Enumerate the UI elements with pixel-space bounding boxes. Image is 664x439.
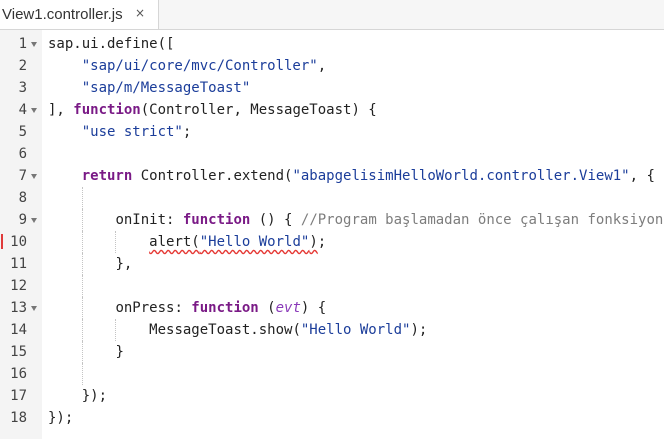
code-line: 15 } [0, 341, 664, 363]
code-text: }, [115, 256, 133, 272]
line-number: 10 [10, 234, 27, 250]
code-text: sap.ui.define([ [48, 36, 175, 52]
line-number: 1 [18, 36, 27, 52]
tab-view1-controller[interactable]: View1.controller.js × [0, 0, 159, 29]
code-line: 12 [0, 275, 664, 297]
code-text: }); [48, 410, 74, 426]
code-line: 7 return Controller.extend("abapgelisimH… [0, 165, 664, 187]
code-line: 1 sap.ui.define([ [0, 33, 664, 55]
code-text: ], function(Controller, MessageToast) { [48, 102, 377, 118]
code-text: "sap/ui/core/mvc/Controller", [81, 58, 327, 74]
line-number: 11 [10, 256, 27, 272]
line-number: 17 [10, 388, 27, 404]
code-line: 13 onPress: function (evt) { [0, 297, 664, 319]
line-number: 16 [10, 366, 27, 382]
close-icon[interactable]: × [133, 6, 147, 20]
code-line: 3 "sap/m/MessageToast" [0, 77, 664, 99]
code-text: }); [81, 388, 108, 404]
code-text: alert("Hello World"); [149, 234, 327, 250]
line-number: 14 [10, 322, 27, 338]
code-line: 17 }); [0, 385, 664, 407]
code-line: 10 alert("Hello World"); [0, 231, 664, 253]
fold-chevron-icon[interactable] [31, 306, 37, 311]
fold-chevron-icon[interactable] [31, 42, 37, 47]
code-line: 5 "use strict"; [0, 121, 664, 143]
line-number: 18 [10, 410, 27, 426]
code-line: 18 }); [0, 407, 664, 429]
code-line: 4 ], function(Controller, MessageToast) … [0, 99, 664, 121]
fold-chevron-icon[interactable] [31, 108, 37, 113]
code-text: } [115, 344, 124, 360]
line-number: 15 [10, 344, 27, 360]
code-text: MessageToast.show("Hello World"); [149, 322, 428, 338]
line-number: 8 [18, 190, 27, 206]
code-line: 8 [0, 187, 664, 209]
code-text: onInit: function () { //Program başlamad… [115, 212, 664, 228]
indent-guide [82, 187, 83, 209]
fold-chevron-icon[interactable] [31, 218, 37, 223]
line-number: 5 [18, 124, 27, 140]
code-line: 2 "sap/ui/core/mvc/Controller", [0, 55, 664, 77]
code-line: 6 [0, 143, 664, 165]
error-squiggle: alert("Hello World") [149, 234, 318, 250]
line-number: 12 [10, 278, 27, 294]
line-number: 9 [18, 212, 27, 228]
code-text: "use strict"; [81, 124, 192, 140]
code-text: return Controller.extend("abapgelisimHel… [81, 168, 655, 184]
code-line: 11 }, [0, 253, 664, 275]
code-line: 9 onInit: function () { //Program başlam… [0, 209, 664, 231]
line-number: 6 [18, 146, 27, 162]
code-text: onPress: function (evt) { [115, 300, 327, 316]
line-number: 7 [18, 168, 27, 184]
tab-title: View1.controller.js [2, 6, 123, 23]
code-text: "sap/m/MessageToast" [81, 80, 251, 96]
code-editor[interactable]: 1 sap.ui.define([ 2 "sap/ui/core/mvc/Con… [0, 30, 664, 439]
code-line: 16 [0, 363, 664, 385]
line-number: 4 [18, 102, 27, 118]
tab-bar: View1.controller.js × [0, 0, 664, 30]
line-number: 2 [18, 58, 27, 74]
indent-guide [82, 363, 83, 385]
fold-chevron-icon[interactable] [31, 174, 37, 179]
line-number: 3 [18, 80, 27, 96]
line-number: 13 [10, 300, 27, 316]
indent-guide [82, 275, 83, 297]
code-line: 14 MessageToast.show("Hello World"); [0, 319, 664, 341]
